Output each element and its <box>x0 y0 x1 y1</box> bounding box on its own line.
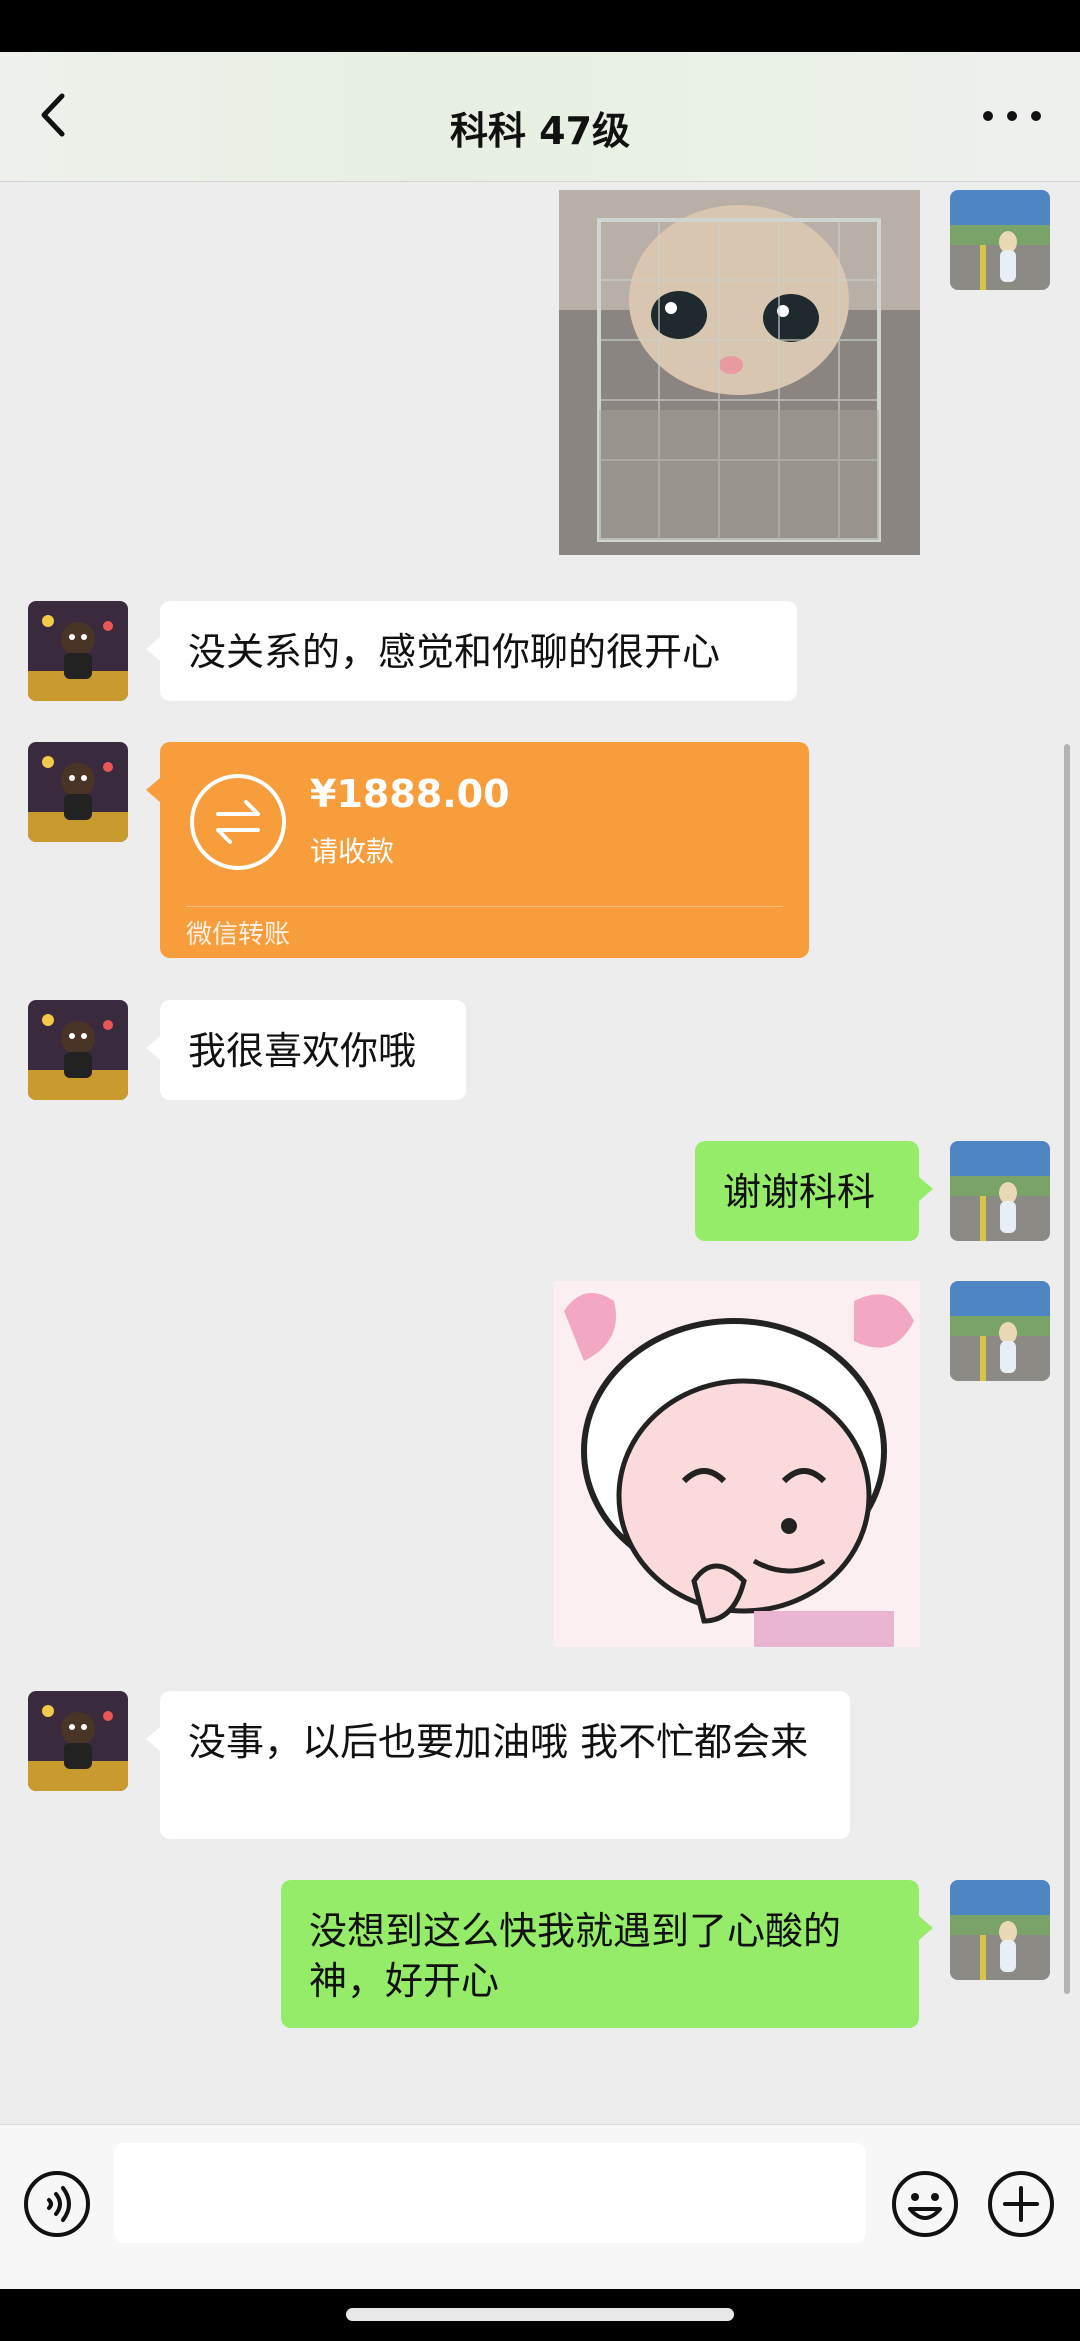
plus-icon[interactable] <box>986 2169 1056 2239</box>
contact-avatar[interactable] <box>28 601 128 701</box>
system-bottom-bar <box>0 2289 1080 2341</box>
cat-sticker-image[interactable] <box>559 190 920 555</box>
message-text: 没想到这么快我就遇到了心酸的神，好开心 <box>309 1909 842 2003</box>
scrollbar[interactable] <box>1064 744 1070 1994</box>
my-avatar[interactable] <box>950 1281 1050 1381</box>
message-input[interactable] <box>114 2143 866 2243</box>
chat-app: 科科 47级 没关系的，感觉和你聊的很开心 ¥1888.00 请收款 微信转账 … <box>0 52 1080 2289</box>
message-text: 没事，以后也要加油哦 我不忙都会来 <box>188 1720 809 1764</box>
message-bubble-received[interactable]: 我很喜欢你哦 <box>146 1000 466 1100</box>
message-text: 没关系的，感觉和你聊的很开心 <box>188 630 721 674</box>
my-avatar[interactable] <box>950 1880 1050 1980</box>
message-bubble-sent[interactable]: 谢谢科科 <box>695 1141 933 1241</box>
emoji-icon[interactable] <box>890 2169 960 2239</box>
message-bubble-sent[interactable]: 没想到这么快我就遇到了心酸的神，好开心 <box>281 1880 933 2028</box>
nav-bar: 科科 47级 <box>0 52 1080 182</box>
my-avatar[interactable] <box>950 1141 1050 1241</box>
transfer-card[interactable]: ¥1888.00 请收款 微信转账 <box>146 742 809 958</box>
voice-icon[interactable] <box>22 2169 92 2239</box>
transfer-note: 请收款 <box>310 835 395 868</box>
status-bar <box>0 0 1080 52</box>
message-bubble-received[interactable]: 没事，以后也要加油哦 我不忙都会来 <box>146 1691 850 1839</box>
chat-title: 科科 47级 <box>449 109 631 153</box>
message-text: 谢谢科科 <box>723 1170 876 1214</box>
transfer-divider <box>186 906 783 907</box>
message-text: 我很喜欢你哦 <box>188 1029 417 1073</box>
transfer-amount: ¥1888.00 <box>310 772 510 816</box>
contact-avatar[interactable] <box>28 1000 128 1100</box>
transfer-arrows-icon <box>188 772 288 872</box>
more-icon[interactable] <box>972 84 1052 148</box>
phone-screen: 科科 47级 没关系的，感觉和你聊的很开心 ¥1888.00 请收款 微信转账 … <box>0 0 1080 2341</box>
contact-avatar[interactable] <box>28 1691 128 1791</box>
home-indicator[interactable] <box>346 2308 734 2321</box>
message-list[interactable]: 没关系的，感觉和你聊的很开心 ¥1888.00 请收款 微信转账 我很喜欢你哦 … <box>0 182 1080 2124</box>
contact-avatar[interactable] <box>28 742 128 842</box>
cartoon-sticker-image[interactable] <box>554 1281 920 1647</box>
message-bubble-received[interactable]: 没关系的，感觉和你聊的很开心 <box>146 601 797 701</box>
my-avatar[interactable] <box>950 190 1050 290</box>
chevron-left-icon[interactable] <box>22 80 92 150</box>
input-bar <box>0 2124 1080 2289</box>
transfer-footer: 微信转账 <box>186 920 291 950</box>
